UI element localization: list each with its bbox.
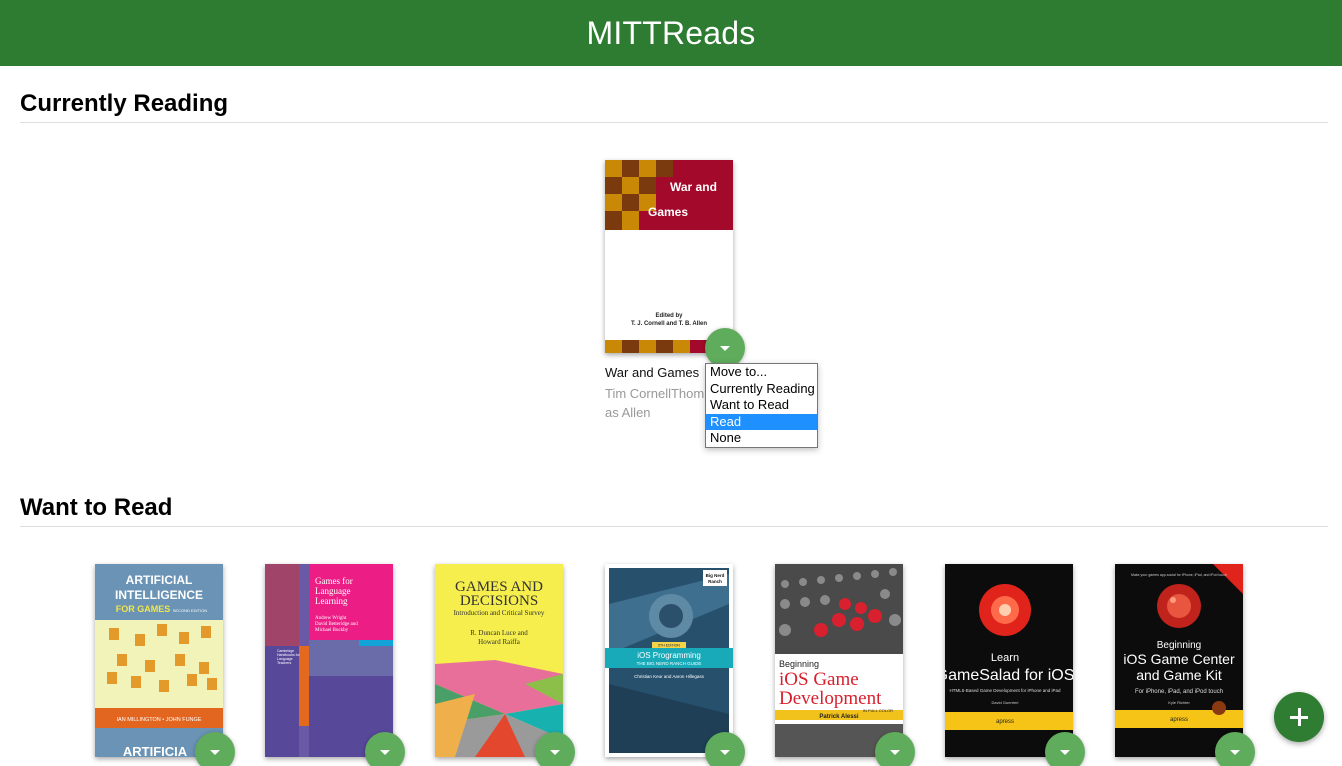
cover-title-line: Games [648,205,688,219]
cover-text: ARTIFICIAL [126,573,193,587]
shelf-changer-button[interactable] [1045,732,1085,766]
cover-text: and Game Kit [1136,667,1222,683]
cover-art: War and Games Edited by T. J. Cornell an… [605,160,733,353]
cover-edited-by: Edited by [655,313,683,319]
chevron-down-icon [720,345,730,351]
cover-text: For iPhone, iPad, and iPod touch [1135,689,1223,695]
cover-art: Beginning iOS Game Development Patrick A… [775,564,903,757]
cover-text: David Betteridge and [315,622,358,627]
cover-text: Patrick Alessi [819,714,858,720]
cover-text: Language [315,586,350,596]
cover-text: iOS Game [779,669,859,690]
cover-text: THE BIG NERD RANCH GUIDE [637,661,702,666]
chevron-down-icon [1230,749,1240,755]
cover-text: INTELLIGENCE [115,588,203,602]
cover-text: SECOND EDITION [173,608,208,613]
shelf-divider [20,526,1328,527]
cover-text: Beginning [1157,640,1201,651]
book-authors: Tim CornellThomas Allen [605,386,705,420]
cover-art: Learn GameSalad for iOS HTML5-Based Game… [945,564,1073,757]
app-header: MITTReads [0,0,1342,66]
cover-text: Andrew Wright [315,616,347,621]
cover-text: Teachers [277,661,291,665]
option-move-to: Move to... [710,364,768,379]
cover-text: IN FULL COLOR [863,708,893,713]
cover-text: GameSalad for iOS [945,667,1073,684]
shelf-changer-button[interactable] [1215,732,1255,766]
cover-text: Make your games app-social for iPhone, i… [1131,573,1227,577]
cover-art: Big Nerd Ranch 5TH EDITION iOS Programmi… [605,564,733,757]
shelf-title-currently-reading: Currently Reading [20,90,229,117]
shelf-divider [20,122,1328,123]
option-none[interactable]: None [706,430,817,447]
cover-text: Kyle Richter [1168,700,1190,705]
shelf-changer-button[interactable] [705,328,745,368]
cover-text: FOR GAMES [116,604,171,614]
cover-title-line: War and [670,180,717,194]
book-cover[interactable]: Beginning iOS Game Development Patrick A… [775,564,903,757]
plus-icon [1290,708,1308,726]
cover-art: GAMES AND DECISIONS Introduction and Cri… [435,564,563,757]
chevron-down-icon [890,749,900,755]
cover-text: Big Nerd [706,573,725,578]
cover-text: Ranch [708,579,722,584]
app-title: MITTReads [586,14,756,51]
chevron-down-icon [550,749,560,755]
cover-text: Learn [991,652,1019,664]
cover-text: Beginning [779,659,819,669]
cover-text: apress [1170,717,1188,723]
book-cover[interactable]: War and Games Edited by T. J. Cornell an… [605,160,733,353]
chevron-down-icon [1060,749,1070,755]
cover-text: ARTIFICIA [123,744,188,757]
cover-text: Learning [315,596,348,606]
shelf-changer-button[interactable] [195,732,235,766]
cover-editors: T. J. Cornell and T. B. Allen [631,321,707,327]
cover-text: Michael Buckby [315,628,349,633]
cover-art: ARTIFICIAL INTELLIGENCE FOR GAMES SECOND… [95,564,223,757]
cover-text: DECISIONS [460,593,538,609]
cover-text: R. Duncan Luce and [470,629,528,637]
shelf-changer-button[interactable] [365,732,405,766]
cover-text: apress [996,719,1014,725]
cover-text: Christian Keur and Aaron Hillegass [634,674,705,679]
cover-text: iOS Game Center [1123,651,1235,667]
book-cover[interactable]: GAMES AND DECISIONS Introduction and Cri… [435,564,563,757]
book-cover[interactable]: Games for Language Learning Andrew Wrigh… [265,564,393,757]
shelf-title-want-to-read: Want to Read [20,494,173,521]
cover-text: 5TH EDITION [658,644,680,648]
cover-text: Howard Raiffa [478,638,521,646]
cover-text: David Guerrieri [992,700,1019,705]
shelf-changer-button[interactable] [875,732,915,766]
shelf-changer-button[interactable] [705,732,745,766]
cover-art: Make your games app-social for iPhone, i… [1115,564,1243,757]
option-read[interactable]: Read [706,413,817,430]
shelf-select-dropdown[interactable]: Move to... Currently Reading Want to Rea… [705,363,818,448]
option-want-to-read[interactable]: Want to Read [706,397,817,414]
chevron-down-icon [380,749,390,755]
cover-art: Games for Language Learning Andrew Wrigh… [265,564,393,757]
cover-text: Development [779,688,882,709]
book-cover[interactable]: Make your games app-social for iPhone, i… [1115,564,1243,757]
add-book-button[interactable] [1274,692,1324,742]
option-currently-reading[interactable]: Currently Reading [706,381,817,398]
book-cover[interactable]: Learn GameSalad for iOS HTML5-Based Game… [945,564,1073,757]
book-cover[interactable]: Big Nerd Ranch 5TH EDITION iOS Programmi… [605,564,733,757]
shelf-changer-button[interactable] [535,732,575,766]
chevron-down-icon [720,749,730,755]
book-cover[interactable]: ARTIFICIAL INTELLIGENCE FOR GAMES SECOND… [95,564,223,757]
cover-text: IAN MILLINGTON • JOHN FUNGE [117,717,202,723]
cover-text: iOS Programming [637,651,701,660]
chevron-down-icon [210,749,220,755]
cover-text: HTML5-Based Game Development for iPhone … [949,688,1061,693]
cover-text: Introduction and Critical Survey [454,609,545,617]
cover-text: Games for [315,576,353,586]
